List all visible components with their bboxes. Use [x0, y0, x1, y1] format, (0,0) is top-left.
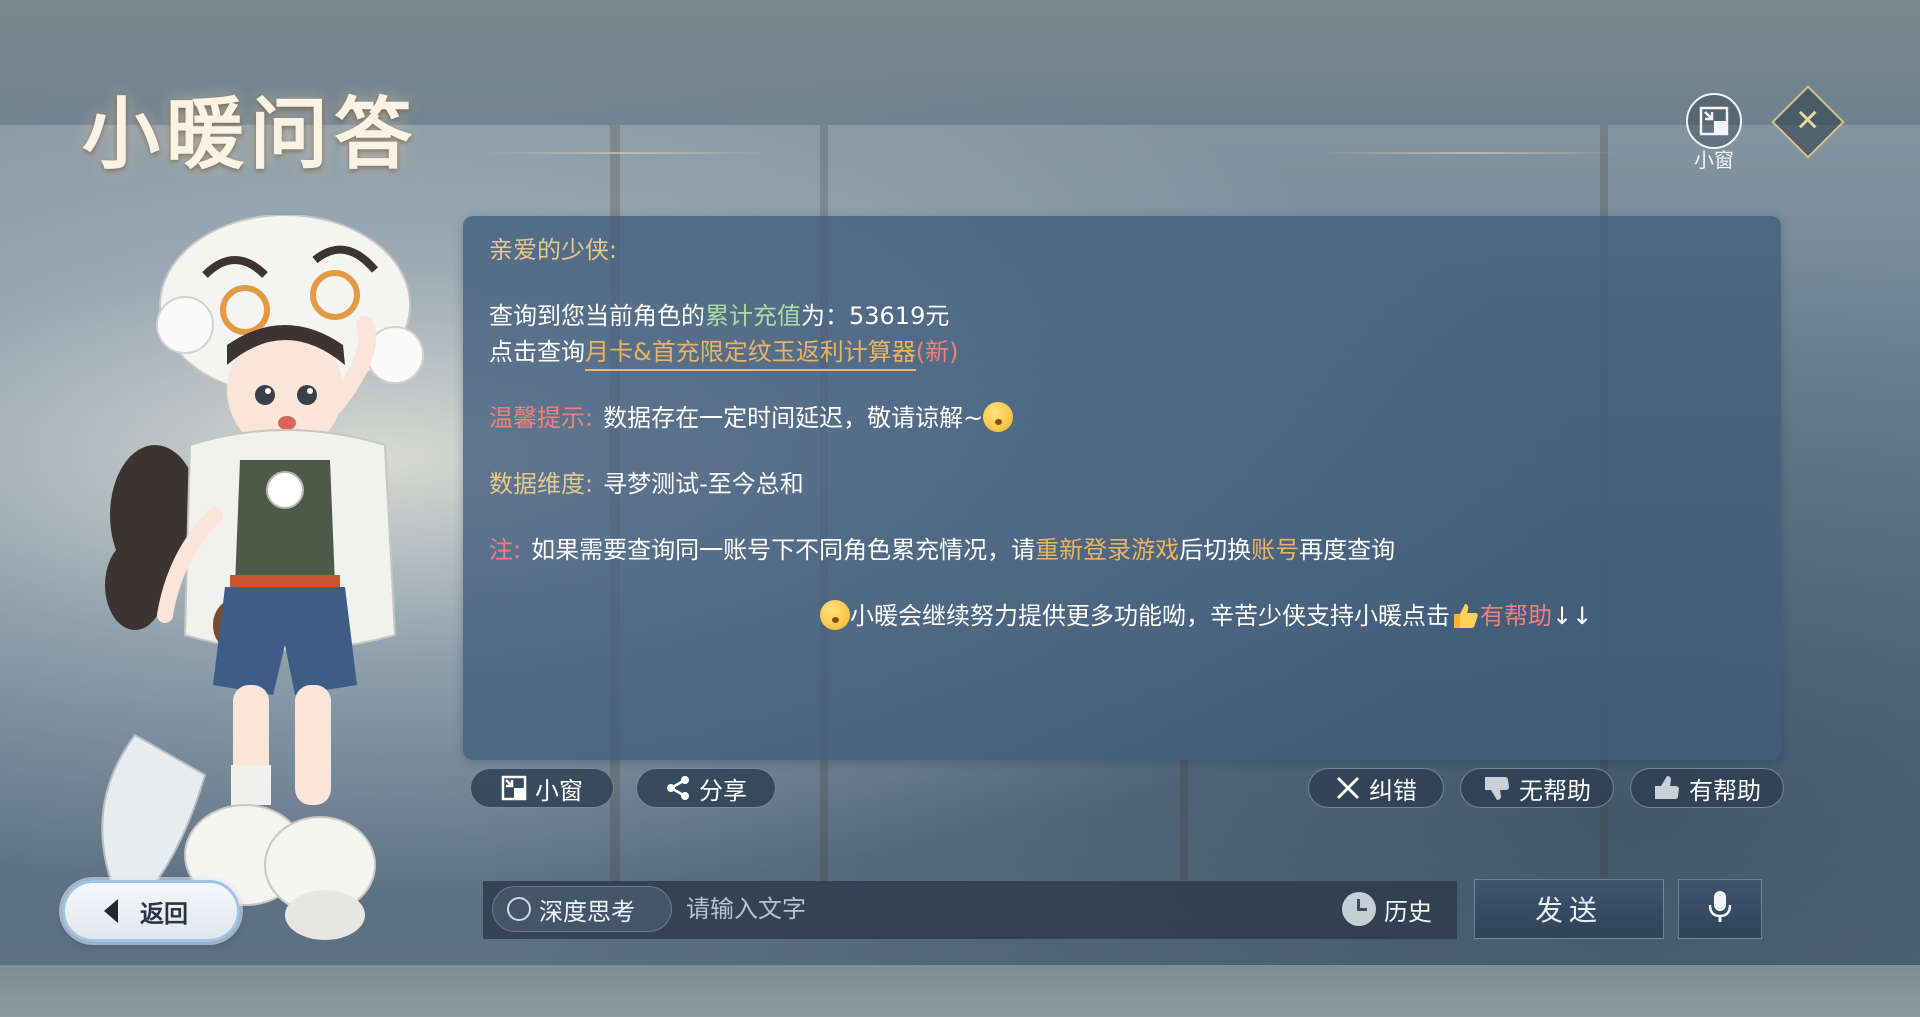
note-account-highlight: 账号	[1251, 536, 1300, 564]
note-relogin-highlight: 重新登录游戏	[1035, 536, 1180, 564]
note-line: 注: 如果需要查询同一账号下不同角色累充情况，请重新登录游戏后切换账号再度查询	[489, 530, 1395, 565]
note-label: 注:	[489, 536, 522, 564]
back-arrow-icon	[104, 899, 118, 923]
dimension-line: 数据维度: 寻梦测试-至今总和	[489, 464, 804, 499]
share-button[interactable]: 分享	[636, 768, 776, 808]
note-part2: 后切换	[1179, 536, 1252, 564]
mini-window-toggle[interactable]: 小窗	[1684, 93, 1744, 173]
correct-label: 纠错	[1369, 776, 1417, 805]
question-input[interactable]	[686, 886, 1326, 932]
microphone-icon	[1707, 889, 1733, 929]
deep-think-label: 深度思考	[539, 897, 635, 926]
share-label: 分享	[699, 776, 747, 805]
back-label: 返回	[140, 899, 188, 928]
background-frame	[1180, 760, 1188, 880]
note-part3: 再度查询	[1299, 536, 1396, 564]
answer-panel: 亲爱的少侠: 查询到您当前角色的累计充值为：53619元 点击查询月卡&首充限定…	[463, 216, 1781, 760]
thumbs-down-icon	[1483, 774, 1511, 802]
tip-text: 数据存在一定时间延迟，敬请谅解~	[603, 404, 984, 432]
footer-text: 小暖会继续努力提供更多功能呦，辛苦少侠支持小暖点击	[850, 602, 1450, 630]
share-icon	[665, 775, 691, 801]
page-title: 小暖问答	[82, 89, 419, 180]
tip-line: 温馨提示: 数据存在一定时间延迟，敬请谅解~	[489, 398, 1014, 433]
header-divider	[480, 152, 770, 154]
kiss-emoji-icon	[983, 402, 1014, 432]
deep-think-toggle[interactable]: 深度思考	[492, 886, 672, 932]
close-icon: ✕	[1795, 103, 1821, 139]
thumbs-up-icon	[1653, 774, 1681, 802]
recharge-amount: 53619元	[849, 302, 950, 330]
note-part1: 如果需要查询同一账号下不同角色累充情况，请	[531, 536, 1036, 564]
calculator-link-text: 月卡&首充限定纹玉返利计算器	[585, 338, 916, 366]
link-underline	[585, 369, 916, 371]
kiss-emoji-icon	[820, 600, 850, 630]
footer-arrows: ↓↓	[1552, 602, 1593, 630]
voice-button[interactable]	[1678, 879, 1762, 939]
mini-window-icon	[501, 775, 527, 801]
calculator-link[interactable]: 月卡&首充限定纹玉返利计算器	[585, 332, 916, 371]
helpful-button[interactable]: 有帮助	[1630, 768, 1784, 808]
back-button[interactable]: 返回	[62, 880, 240, 942]
calculator-prefix: 点击查询	[489, 338, 585, 366]
not-helpful-label: 无帮助	[1519, 776, 1591, 805]
footer-line: 小暖会继续努力提供更多功能呦，辛苦少侠支持小暖点击 有帮助↓↓	[820, 596, 1592, 631]
bottom-backdrop	[0, 965, 1920, 1017]
mini-window-button-label: 小窗	[535, 776, 583, 805]
recharge-middle: 为：	[801, 302, 849, 330]
mini-window-icon	[1686, 93, 1742, 149]
recharge-prefix: 查询到您当前角色的	[489, 302, 705, 330]
new-tag: (新)	[915, 338, 959, 366]
calculator-line: 点击查询月卡&首充限定纹玉返利计算器 (新)	[489, 332, 959, 371]
helpful-label: 有帮助	[1689, 776, 1761, 805]
send-button[interactable]: 发送	[1474, 879, 1664, 939]
footer-helpful: 有帮助	[1480, 602, 1552, 630]
dimension-text: 寻梦测试-至今总和	[603, 470, 804, 498]
send-label: 发送	[1534, 894, 1603, 927]
deep-think-radio	[507, 897, 531, 921]
correct-button[interactable]: 纠错	[1308, 768, 1444, 808]
mini-window-button[interactable]: 小窗	[470, 768, 614, 808]
greeting: 亲爱的少侠:	[489, 236, 618, 264]
recharge-line: 查询到您当前角色的累计充值为：53619元	[489, 296, 949, 331]
cross-icon	[1335, 775, 1361, 801]
mini-window-label: 小窗	[1694, 148, 1734, 172]
history-label: 历史	[1384, 897, 1432, 926]
mascot-character	[95, 214, 475, 955]
tip-label: 温馨提示:	[489, 404, 594, 432]
not-helpful-button[interactable]: 无帮助	[1460, 768, 1614, 808]
dimension-label: 数据维度:	[489, 470, 594, 498]
header-divider	[1320, 152, 1620, 154]
clock-icon	[1342, 892, 1376, 926]
thumbs-up-emoji-icon	[1450, 600, 1480, 630]
history-button[interactable]: 历史	[1342, 888, 1452, 930]
recharge-highlight: 累计充值	[705, 302, 801, 330]
